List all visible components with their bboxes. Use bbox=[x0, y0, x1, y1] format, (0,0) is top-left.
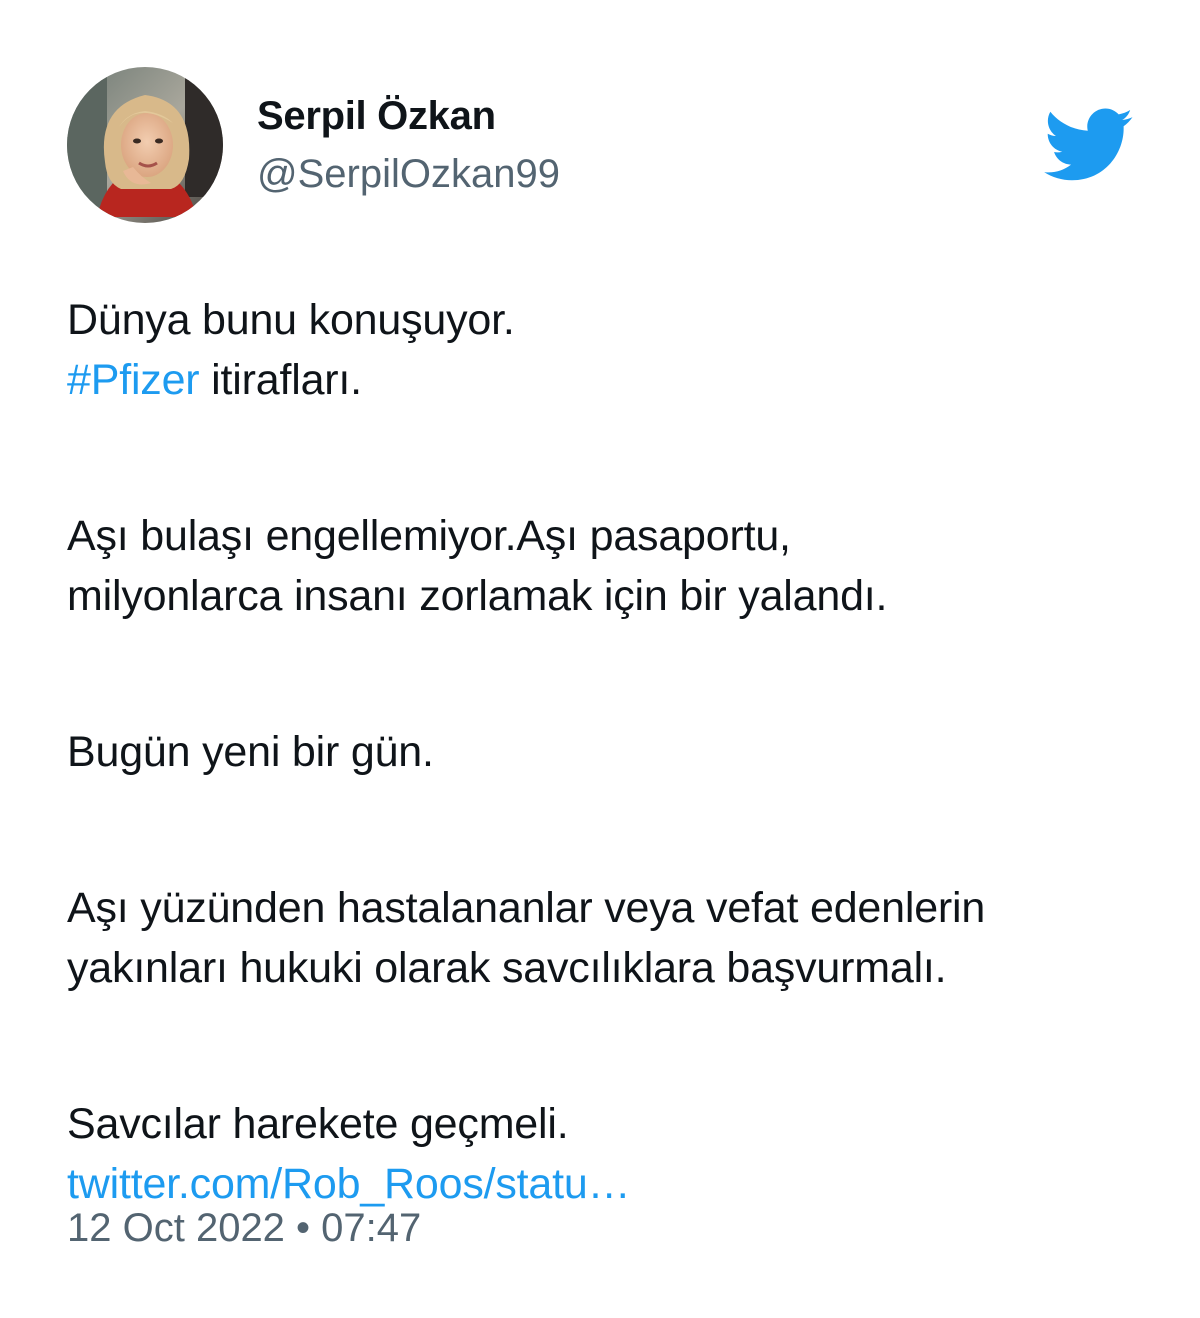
tweet-text-line-4: milyonlarca insanı zorlamak için bir yal… bbox=[67, 572, 888, 620]
tweet-text-line-1: Dünya bunu konuşuyor. bbox=[67, 296, 515, 344]
tweet-text-line-8: Savcılar harekete geçmeli. bbox=[67, 1100, 569, 1148]
twitter-bird-icon bbox=[1044, 108, 1134, 182]
tweet-text-line-5: Bugün yeni bir gün. bbox=[67, 728, 434, 776]
tweet-line: milyonlarca insanı zorlamak için bir yal… bbox=[67, 566, 1167, 626]
author-name[interactable]: Serpil Özkan bbox=[257, 92, 496, 140]
tweet-line: yakınları hukuki olarak savcılıklara baş… bbox=[67, 938, 1167, 998]
tweet-line: Aşı bulaşı engellemiyor.Aşı pasaportu, bbox=[67, 506, 1167, 566]
tweet-url-link[interactable]: twitter.com/Rob_Roos/statu… bbox=[67, 1160, 631, 1208]
tweet-line: Bugün yeni bir gün. bbox=[67, 722, 1167, 782]
tweet-text-line-3: Aşı bulaşı engellemiyor.Aşı pasaportu, bbox=[67, 512, 791, 560]
avatar-photo bbox=[67, 67, 223, 223]
tweet-text-line-2: itirafları. bbox=[199, 356, 362, 404]
tweet-text: Dünya bunu konuşuyor. #Pfizer itirafları… bbox=[67, 290, 1167, 1214]
author-avatar[interactable] bbox=[67, 67, 223, 223]
tweet-text-line-7: yakınları hukuki olarak savcılıklara baş… bbox=[67, 944, 947, 992]
tweet-line: Savcılar harekete geçmeli. bbox=[67, 1094, 1167, 1154]
tweet-text-line-6: Aşı yüzünden hastalananlar veya vefat ed… bbox=[67, 884, 986, 932]
author-handle[interactable]: @SerpilOzkan99 bbox=[257, 150, 560, 198]
tweet-timestamp[interactable]: 12 Oct 2022 • 07:47 bbox=[67, 1204, 421, 1252]
tweet-line: Dünya bunu konuşuyor. bbox=[67, 290, 1167, 350]
hashtag-link[interactable]: #Pfizer bbox=[67, 356, 200, 404]
tweet-line: #Pfizer itirafları. bbox=[67, 350, 1167, 410]
tweet-line: Aşı yüzünden hastalananlar veya vefat ed… bbox=[67, 878, 1167, 938]
